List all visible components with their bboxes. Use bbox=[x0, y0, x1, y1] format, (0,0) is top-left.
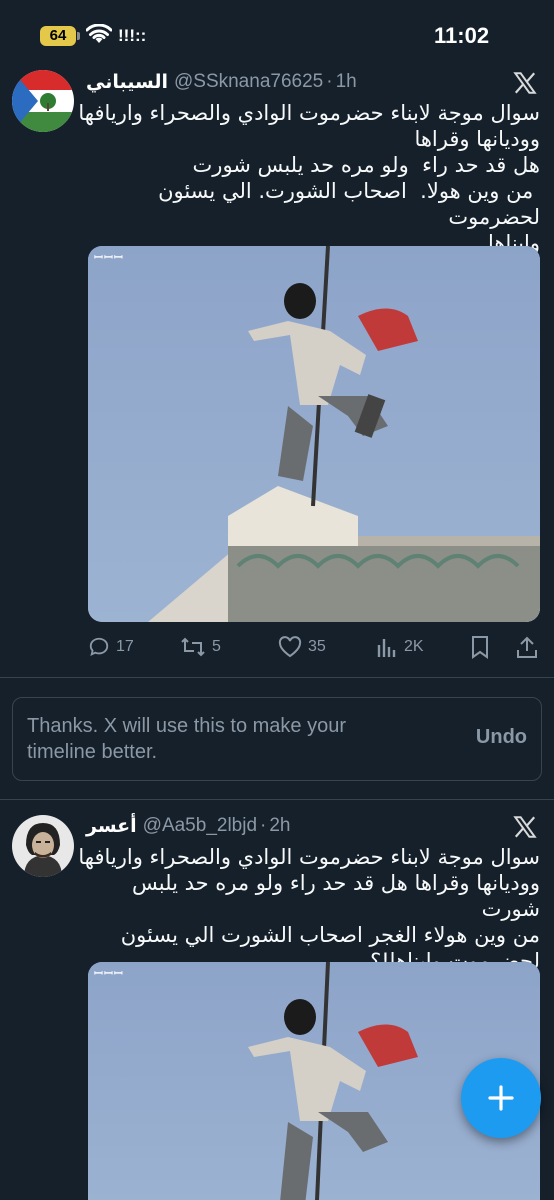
tweet-header: السيباني @SSknana76625 · 1h bbox=[86, 68, 500, 96]
author-handle[interactable]: @SSknana76625 bbox=[174, 71, 323, 93]
media-image bbox=[88, 246, 540, 622]
tweet-media[interactable]: ꟷꟷꟷ bbox=[88, 246, 540, 622]
bookmark-icon bbox=[472, 636, 488, 659]
media-watermark: ꟷꟷꟷ bbox=[94, 252, 124, 264]
plus-icon bbox=[488, 1085, 514, 1111]
bookmark-button[interactable] bbox=[470, 632, 496, 662]
repost-count: 5 bbox=[212, 638, 221, 655]
tweet-header: أعسر @Aa5b_2lbjd · 2h bbox=[86, 812, 500, 840]
x-logo-icon bbox=[513, 72, 537, 94]
avatar[interactable] bbox=[12, 815, 74, 877]
tweet-actions: 17 5 35 2K bbox=[88, 632, 542, 662]
like-count: 35 bbox=[308, 638, 326, 655]
share-button[interactable] bbox=[516, 632, 544, 662]
view-count: 2K bbox=[404, 638, 424, 655]
reply-icon bbox=[89, 637, 109, 656]
like-button[interactable]: 35 bbox=[278, 632, 326, 662]
share-icon bbox=[517, 636, 537, 658]
author-handle[interactable]: @Aa5b_2lbjd bbox=[143, 815, 257, 837]
heart-icon bbox=[278, 636, 302, 658]
feedback-notice: Thanks. X will use this to make your tim… bbox=[12, 697, 542, 781]
status-time: 11:02 bbox=[434, 23, 490, 48]
views-button[interactable]: 2K bbox=[376, 632, 424, 662]
divider bbox=[0, 799, 554, 800]
undo-button[interactable]: Undo bbox=[476, 726, 527, 749]
analytics-icon bbox=[377, 639, 396, 657]
media-watermark: ꟷꟷꟷ bbox=[94, 968, 124, 980]
separator-dot: · bbox=[260, 815, 267, 836]
signal-strength: !!!:: bbox=[118, 26, 147, 45]
repost-button[interactable]: 5 bbox=[180, 632, 221, 662]
battery-indicator: 64 bbox=[40, 26, 80, 46]
compose-button[interactable] bbox=[461, 1058, 541, 1138]
author-name[interactable]: السيباني bbox=[86, 71, 168, 94]
author-name[interactable]: أعسر bbox=[86, 815, 137, 838]
reply-count: 17 bbox=[116, 638, 134, 655]
tweet-time[interactable]: 2h bbox=[269, 815, 290, 837]
wifi-icon bbox=[86, 24, 112, 43]
separator-dot: · bbox=[326, 71, 333, 92]
tweet-text: سوال موجة لابناء حضرموت الوادي والصحراء … bbox=[78, 101, 540, 255]
x-logo-icon bbox=[513, 816, 537, 838]
divider bbox=[0, 677, 554, 678]
tweet-time[interactable]: 1h bbox=[336, 71, 357, 93]
avatar[interactable] bbox=[12, 70, 74, 132]
tweet-text: سوال موجة لابناء حضرموت الوادي والصحراء … bbox=[78, 845, 540, 973]
reply-button[interactable]: 17 bbox=[88, 632, 134, 662]
repost-icon bbox=[181, 637, 205, 657]
feedback-message: Thanks. X will use this to make your tim… bbox=[27, 715, 347, 763]
status-bar: 64 !!!:: 11:02 bbox=[0, 0, 554, 66]
